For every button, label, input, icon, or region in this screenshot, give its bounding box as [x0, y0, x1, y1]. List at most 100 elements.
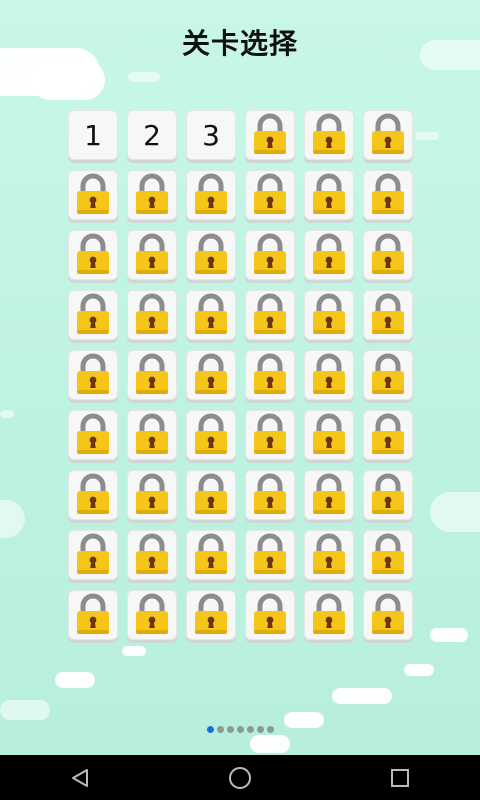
page-dot[interactable]: [246, 726, 254, 733]
level-button-locked[interactable]: [68, 170, 118, 220]
level-button-locked[interactable]: [68, 590, 118, 640]
page-title: 关卡选择: [181, 27, 298, 60]
back-button[interactable]: [50, 755, 110, 800]
cloud: [430, 628, 468, 642]
level-button-locked[interactable]: [245, 170, 295, 220]
page-dot[interactable]: [236, 726, 244, 733]
level-button-locked[interactable]: [127, 230, 177, 280]
recents-button[interactable]: [370, 755, 430, 800]
level-button-locked[interactable]: [127, 530, 177, 580]
level-button-locked[interactable]: [68, 350, 118, 400]
padlock-icon: [136, 293, 168, 334]
level-button-locked[interactable]: [363, 290, 413, 340]
level-button-locked[interactable]: [245, 590, 295, 640]
cloud: [415, 132, 439, 140]
level-button-locked[interactable]: [127, 350, 177, 400]
level-button-locked[interactable]: [304, 410, 354, 460]
padlock-icon: [254, 473, 286, 514]
padlock-icon: [254, 293, 286, 334]
level-button-locked[interactable]: [304, 170, 354, 220]
cloud: [0, 500, 25, 538]
padlock-icon: [136, 233, 168, 274]
cloud: [55, 672, 95, 688]
back-triangle-icon: [72, 768, 88, 787]
padlock-icon: [77, 533, 109, 574]
level-button-locked[interactable]: [186, 410, 236, 460]
level-button-locked[interactable]: [186, 230, 236, 280]
level-button-locked[interactable]: [363, 350, 413, 400]
level-button-locked[interactable]: [245, 470, 295, 520]
level-button-locked[interactable]: [186, 470, 236, 520]
level-button-locked[interactable]: [186, 590, 236, 640]
level-button-locked[interactable]: [127, 290, 177, 340]
level-button-locked[interactable]: [304, 470, 354, 520]
level-button-locked[interactable]: [127, 590, 177, 640]
padlock-icon: [136, 473, 168, 514]
level-button-locked[interactable]: [363, 230, 413, 280]
level-button-locked[interactable]: [68, 410, 118, 460]
page-dot[interactable]: [226, 726, 234, 733]
level-button-locked[interactable]: [186, 170, 236, 220]
level-button-locked[interactable]: [68, 290, 118, 340]
level-button-locked[interactable]: [245, 530, 295, 580]
padlock-icon: [313, 233, 345, 274]
level-button-locked[interactable]: [245, 230, 295, 280]
padlock-icon: [313, 593, 345, 634]
level-button-locked[interactable]: [245, 350, 295, 400]
padlock-icon: [313, 173, 345, 214]
level-grid: 1 2 3: [68, 110, 413, 640]
level-button-locked[interactable]: [363, 530, 413, 580]
padlock-icon: [372, 173, 404, 214]
level-button-locked[interactable]: [363, 470, 413, 520]
home-button[interactable]: [210, 755, 270, 800]
level-button-locked[interactable]: [186, 530, 236, 580]
padlock-icon: [136, 173, 168, 214]
page-dot[interactable]: [256, 726, 264, 733]
level-button-locked[interactable]: [68, 230, 118, 280]
padlock-icon: [195, 533, 227, 574]
padlock-icon: [372, 413, 404, 454]
padlock-icon: [77, 293, 109, 334]
level-button-locked[interactable]: [245, 110, 295, 160]
level-button-locked[interactable]: [127, 410, 177, 460]
padlock-icon: [372, 473, 404, 514]
level-button-locked[interactable]: [304, 530, 354, 580]
level-button-locked[interactable]: [186, 290, 236, 340]
page-dot[interactable]: [216, 726, 224, 733]
padlock-icon: [254, 593, 286, 634]
level-button-locked[interactable]: [304, 590, 354, 640]
level-button-1[interactable]: 1: [68, 110, 118, 160]
cloud: [122, 646, 146, 656]
level-button-locked[interactable]: [363, 170, 413, 220]
level-button-3[interactable]: 3: [186, 110, 236, 160]
level-button-locked[interactable]: [245, 290, 295, 340]
padlock-icon: [372, 233, 404, 274]
level-button-2[interactable]: 2: [127, 110, 177, 160]
level-button-locked[interactable]: [363, 590, 413, 640]
level-button-locked[interactable]: [186, 350, 236, 400]
level-button-locked[interactable]: [304, 230, 354, 280]
level-button-locked[interactable]: [127, 170, 177, 220]
level-button-locked[interactable]: [68, 530, 118, 580]
padlock-icon: [254, 353, 286, 394]
page-dot[interactable]: [266, 726, 274, 733]
level-button-locked[interactable]: [68, 470, 118, 520]
level-button-locked[interactable]: [363, 410, 413, 460]
level-button-locked[interactable]: [304, 290, 354, 340]
level-button-locked[interactable]: [363, 110, 413, 160]
page-dot[interactable]: [206, 726, 214, 733]
padlock-icon: [372, 293, 404, 334]
padlock-icon: [77, 233, 109, 274]
level-number: 3: [202, 118, 220, 152]
recents-square-icon: [391, 768, 409, 787]
cloud: [332, 688, 392, 704]
level-button-locked[interactable]: [304, 350, 354, 400]
cloud: [30, 60, 105, 100]
padlock-icon: [254, 233, 286, 274]
padlock-icon: [77, 353, 109, 394]
level-button-locked[interactable]: [304, 110, 354, 160]
level-button-locked[interactable]: [245, 410, 295, 460]
padlock-icon: [313, 113, 345, 154]
level-button-locked[interactable]: [127, 470, 177, 520]
padlock-icon: [372, 113, 404, 154]
